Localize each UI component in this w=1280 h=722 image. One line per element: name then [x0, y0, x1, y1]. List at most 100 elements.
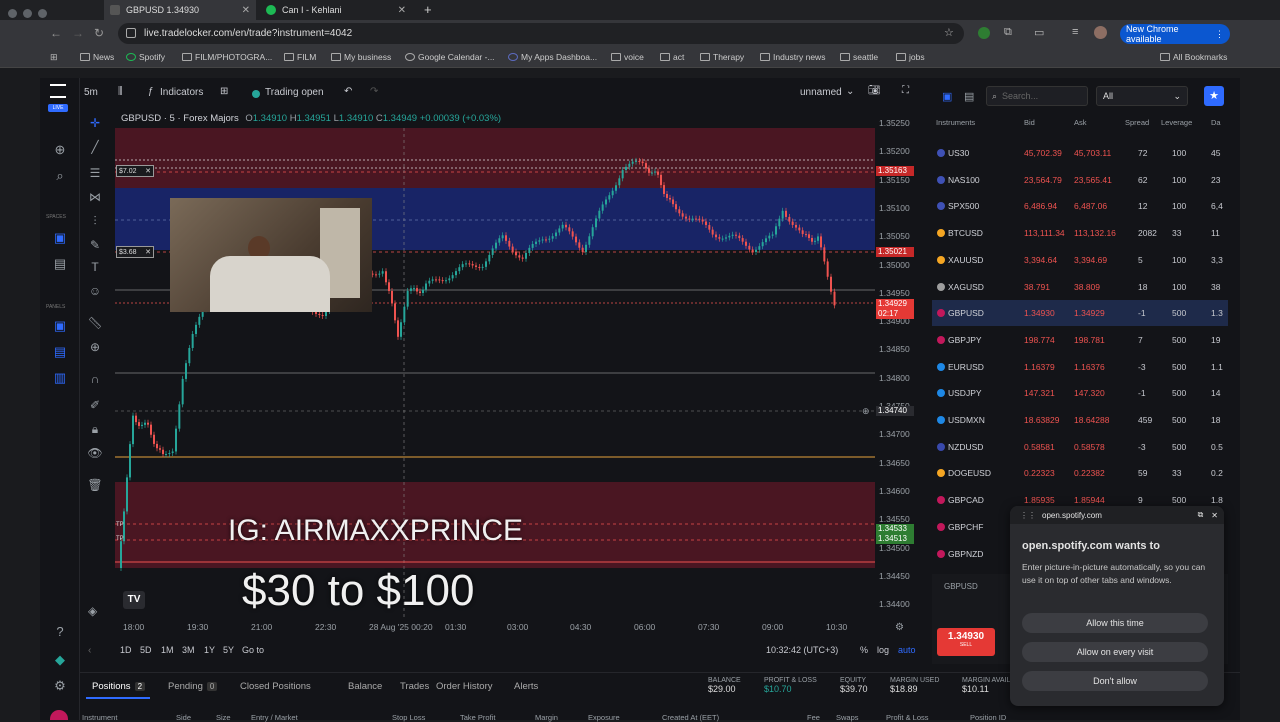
instrument-row[interactable]: USDJPY 147.321 147.320 -1 500 14	[932, 380, 1228, 406]
close-position-icon[interactable]: ✕	[145, 167, 151, 175]
screen-cast-icon[interactable]: ▭	[1034, 26, 1044, 39]
instrument-row[interactable]: XAGUSD 38.791 38.809 18 100 38	[932, 274, 1228, 300]
col-ask[interactable]: Ask	[1074, 118, 1087, 127]
collapse-icon[interactable]: ‹	[88, 645, 91, 656]
bookmark-folder[interactable]: jobs	[896, 52, 925, 62]
fullscreen-icon[interactable]: ⛶	[902, 85, 909, 96]
column-header[interactable]: Size	[216, 713, 231, 722]
sell-button[interactable]: 1.34930 SELL	[937, 628, 995, 656]
trendline-icon[interactable]: ╱	[84, 140, 106, 154]
instrument-row[interactable]: NAS100 23,564.79 23,565.41 62 100 23	[932, 167, 1228, 193]
bottom-tab[interactable]: Alerts	[514, 681, 538, 692]
all-bookmarks[interactable]: All Bookmarks	[1160, 52, 1227, 62]
layout-name[interactable]: unnamed	[800, 87, 842, 98]
bookmark-folder[interactable]: Therapy	[700, 52, 744, 62]
column-header[interactable]: Take Profit	[460, 713, 495, 722]
instrument-row[interactable]: DOGEUSD 0.22323 0.22382 59 33 0.2	[932, 460, 1228, 486]
undo-icon[interactable]: ↶	[344, 86, 352, 97]
close-position-icon[interactable]: ✕	[145, 248, 151, 256]
horizontal-lines-icon[interactable]: ☰	[84, 166, 106, 180]
site-info-icon[interactable]	[126, 28, 136, 38]
column-header[interactable]: Position ID	[970, 713, 1006, 722]
column-header[interactable]: Stop Loss	[392, 713, 425, 722]
camera-icon[interactable]: 📷︎	[868, 85, 881, 96]
close-icon[interactable]: ✕	[1211, 511, 1218, 520]
fib-icon[interactable]: ⫶	[84, 214, 106, 229]
column-header[interactable]: Instrument	[82, 713, 117, 722]
redo-icon[interactable]: ↷	[370, 86, 378, 97]
allow-this-time-button[interactable]: Allow this time	[1022, 613, 1208, 633]
help-icon[interactable]: ?	[52, 624, 68, 640]
close-icon[interactable]: ✕	[398, 5, 406, 16]
chevron-down-icon[interactable]: ⌄	[846, 86, 854, 97]
open-in-tab-icon[interactable]: ⧉	[1198, 510, 1204, 520]
bookmark-folder[interactable]: My business	[331, 52, 391, 62]
column-header[interactable]: Entry / Market	[251, 713, 298, 722]
favorites-star-icon[interactable]: ★	[1204, 86, 1224, 106]
indicators-icon[interactable]: ƒ	[148, 86, 154, 97]
close-icon[interactable]: ✕	[242, 5, 250, 16]
instrument-row[interactable]: GBPJPY 198.774 198.781 7 500 19	[932, 327, 1228, 353]
bottom-tab[interactable]: Closed Positions	[240, 681, 311, 692]
settings-gear-icon[interactable]: ⚙	[52, 678, 68, 694]
instrument-row[interactable]: GBPUSD 1.34930 1.34929 -1 500 1.3	[932, 300, 1228, 327]
range-1y[interactable]: 1Y	[204, 645, 215, 655]
apps-grid-icon[interactable]: ⊞	[50, 52, 58, 63]
bookmark-folder[interactable]: FILM	[284, 52, 316, 62]
column-header[interactable]: Fee	[807, 713, 820, 722]
time-axis[interactable]: 18:00 19:30 21:00 22:30 28 Aug '25 00:20 01:3…	[115, 620, 915, 636]
col-daily[interactable]: Da	[1211, 118, 1221, 127]
allow-every-visit-button[interactable]: Allow on every visit	[1022, 642, 1208, 662]
col-leverage[interactable]: Leverage	[1161, 118, 1192, 127]
range-1d[interactable]: 1D	[120, 645, 132, 655]
add-alert-icon[interactable]: ⊕	[862, 406, 870, 417]
crosshair-icon[interactable]: ✛	[84, 116, 106, 130]
new-chrome-button[interactable]: New Chrome available ⋮	[1120, 24, 1230, 44]
bookmark-folder[interactable]: voice	[611, 52, 644, 62]
axis-settings-icon[interactable]: ⚙	[895, 622, 904, 633]
instrument-row[interactable]: USDMXN 18.63829 18.64288 459 500 18	[932, 407, 1228, 433]
column-header[interactable]: Margin	[535, 713, 558, 722]
panel-view-icon[interactable]: ▣	[942, 90, 952, 103]
magnet-icon[interactable]: ∩	[84, 372, 106, 386]
eye-icon[interactable]: 👁︎	[84, 446, 106, 460]
bottom-tab[interactable]: Order History	[436, 681, 492, 692]
tab-spotify[interactable]: Can I - Kehlani ✕	[260, 0, 412, 20]
window-controls[interactable]	[8, 5, 52, 18]
tab-gbpusd[interactable]: GBPUSD 1.34930 ✕	[104, 0, 256, 20]
range-5y[interactable]: 5Y	[223, 645, 234, 655]
range-3m[interactable]: 3M	[182, 645, 195, 655]
position-tag-2[interactable]: $3.68 ✕	[116, 246, 154, 258]
panel-instruments-icon[interactable]: ▥	[52, 370, 68, 386]
bookmark-star-icon[interactable]: ☆	[944, 26, 954, 39]
instrument-search-input[interactable]: ⌕ Search...	[986, 86, 1088, 106]
bottom-tab[interactable]: Positions 2	[92, 681, 146, 692]
position-tag-1[interactable]: $7.02 ✕	[116, 165, 154, 177]
column-header[interactable]: Swaps	[836, 713, 859, 722]
lock-icon[interactable]: 🔒︎	[84, 422, 106, 437]
reload-icon[interactable]: ↻	[94, 26, 104, 40]
panel-list-icon[interactable]: ▤	[964, 90, 974, 103]
bottom-tab[interactable]: Trades	[400, 681, 429, 692]
instrument-row[interactable]: BTCUSD 113,111.34 113,132.16 2082 33 11	[932, 220, 1228, 246]
col-instrument[interactable]: Instruments	[936, 118, 975, 127]
instrument-row[interactable]: SPX500 6,486.94 6,487.06 12 100 6,4	[932, 193, 1228, 219]
emoji-icon[interactable]: ☺	[84, 284, 106, 298]
panel-positions-icon[interactable]: ▤	[52, 344, 68, 360]
column-header[interactable]: Created At (EET)	[662, 713, 719, 722]
space-grid-icon[interactable]: ▤	[52, 256, 68, 272]
brush-icon[interactable]: ✎	[84, 238, 106, 252]
back-icon[interactable]: ←	[50, 26, 62, 40]
range-1m[interactable]: 1M	[161, 645, 174, 655]
col-bid[interactable]: Bid	[1024, 118, 1035, 127]
zoom-icon[interactable]: ⊕	[84, 340, 106, 354]
layers-icon[interactable]: ◈	[88, 604, 97, 618]
instrument-row[interactable]: XAUUSD 3,394.64 3,394.69 5 100 3,3	[932, 247, 1228, 273]
profile-avatar[interactable]	[1094, 26, 1107, 39]
instrument-filter-select[interactable]: All ⌄	[1096, 86, 1188, 106]
zoom-in-icon[interactable]: ⊕	[52, 142, 68, 158]
stay-drawing-icon[interactable]: ✐	[84, 398, 106, 412]
bookmark-folder[interactable]: act	[660, 52, 684, 62]
grammarly-icon[interactable]	[978, 27, 990, 39]
dont-allow-button[interactable]: Don't allow	[1022, 671, 1208, 691]
